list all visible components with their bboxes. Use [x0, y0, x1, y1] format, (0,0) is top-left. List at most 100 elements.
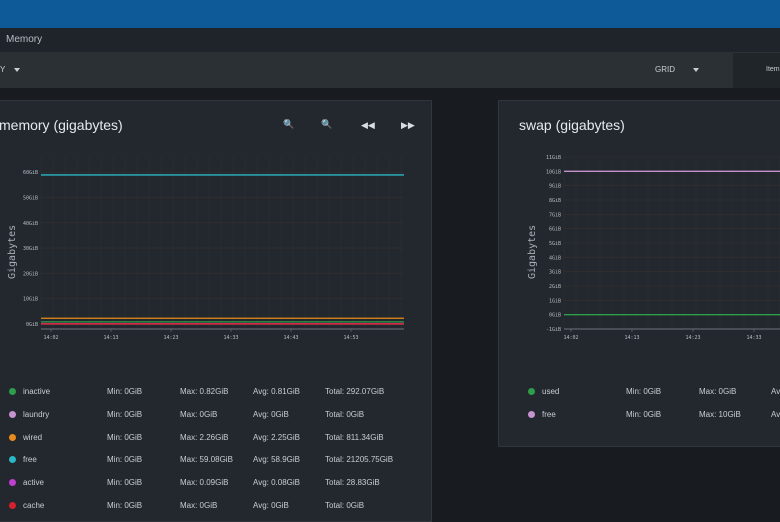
x-tick-label: 14:23 [163, 335, 178, 341]
x-tick-label: 14:13 [624, 335, 639, 341]
legend-row[interactable]: active Min: 0GiB Max: 0.09GiB Avg: 0.08GiB T… [0, 476, 399, 490]
legend-total: Total: 811.34GiB [325, 432, 384, 442]
legend-min: Min: 0GiB [107, 409, 143, 419]
y-tick-label: 2GiB [549, 284, 561, 290]
memory-chart: 60GiB 50GiB 40GiB 30GiB 20GiB 10GiB 0GiB 14:02 1… [23, 157, 404, 341]
legend-avg: Avg: 0.81GiB [253, 387, 300, 396]
y-tick-label: 10GiB [23, 297, 38, 303]
legend-max: Max: 2.26GiB [180, 432, 229, 442]
x-tick-label: 14:53 [343, 335, 358, 341]
x-tick-label: 14:43 [283, 335, 298, 341]
toolbar: Y GRID Item [0, 53, 780, 88]
y-tick-label: 1GiB [549, 298, 561, 304]
items-selector[interactable]: Item [733, 53, 780, 88]
x-tick-label: 14:33 [746, 335, 761, 341]
legend-row[interactable]: inactive Min: 0GiB Max: 0.82GiB Avg: 0.81Gi… [0, 385, 399, 399]
x-tick-label: 14:23 [685, 335, 700, 341]
legend-avg: Avg: 0GiB [253, 501, 289, 510]
zoom-out-icon[interactable]: 🔍 [283, 119, 294, 130]
y-tick-label: 9GiB [549, 184, 561, 190]
legend-max: Max: 0GiB [180, 409, 218, 419]
y-tick-label: -1GiB [546, 327, 561, 333]
layout-select-value: GRID [655, 65, 675, 74]
legend-color-dot [9, 456, 16, 464]
legend-avg: Av [771, 387, 780, 396]
legend-row[interactable]: used Min: 0GiB Max: 0GiB Av [499, 385, 780, 399]
y-tick-label: 3GiB [549, 270, 561, 276]
chart-title: swap (gigabytes) [519, 117, 625, 133]
layout-select[interactable]: GRID [655, 65, 699, 74]
legend-row[interactable]: laundry Min: 0GiB Max: 0GiB Avg: 0GiB Total:… [0, 408, 399, 422]
breadcrumb: Memory [0, 28, 780, 53]
chevron-down-icon [693, 67, 699, 72]
legend-color-dot [528, 410, 535, 418]
legend-color-dot [9, 388, 16, 395]
legend-avg: Avg: 0GiB [253, 409, 289, 419]
y-tick-label: 11GiB [546, 155, 561, 161]
legend-color-dot [9, 502, 16, 509]
legend-min: Min: 0GiB [107, 501, 143, 510]
x-tick-label: 14:13 [103, 335, 118, 341]
legend-color-dot [9, 410, 16, 418]
legend-avg: Av [771, 409, 780, 419]
period-select-value: Y [0, 65, 6, 74]
legend-color-dot [9, 479, 16, 487]
zoom-in-icon[interactable]: 🔍 [321, 119, 332, 130]
legend-max: Max: 59.08GiB [180, 455, 233, 465]
legend-name: laundry [23, 409, 50, 419]
chart-title: memory (gigabytes) [0, 117, 123, 133]
y-tick-label: 8GiB [549, 198, 561, 204]
legend-min: Min: 0GiB [107, 478, 143, 488]
legend-min: Min: 0GiB [107, 387, 143, 396]
legend-color-dot [528, 388, 535, 395]
legend-max: Max: 0.82GiB [180, 387, 229, 396]
legend-total: Total: 28.83GiB [325, 478, 380, 488]
legend-row[interactable]: cache Min: 0GiB Max: 0GiB Avg: 0GiB Total: 0… [0, 499, 399, 513]
legend-color-dot [9, 433, 16, 441]
y-tick-label: 40GiB [23, 221, 38, 227]
legend-name: inactive [23, 387, 51, 396]
legend-avg: Avg: 0.08GiB [253, 478, 300, 488]
legend-name: free [542, 409, 556, 419]
y-tick-label: 10GiB [546, 169, 561, 175]
legend-min: Min: 0GiB [626, 409, 662, 419]
legend-min: Min: 0GiB [107, 455, 143, 465]
legend-name: used [542, 387, 560, 396]
y-tick-label: 7GiB [549, 212, 561, 218]
legend-row[interactable]: free Min: 0GiB Max: 10GiB Av [499, 408, 780, 422]
x-tick-label: 14:33 [223, 335, 238, 341]
legend-total: Total: 0GiB [325, 409, 365, 419]
y-tick-label: 4GiB [549, 255, 561, 261]
y-tick-label: 0GiB [549, 313, 561, 319]
legend-row[interactable]: free Min: 0GiB Max: 59.08GiB Avg: 58.9GiB To… [0, 453, 399, 467]
legend-name: cache [23, 501, 45, 510]
legend-name: free [23, 455, 37, 465]
x-tick-label: 14:02 [43, 335, 58, 341]
page-title: Memory [6, 34, 43, 45]
legend-row[interactable]: wired Min: 0GiB Max: 2.26GiB Avg: 2.25GiB To… [0, 431, 399, 445]
y-tick-label: 0GiB [26, 322, 38, 328]
y-tick-label: 30GiB [23, 246, 38, 252]
legend-total: Total: 21205.75GiB [325, 455, 394, 465]
fast-forward-icon[interactable]: ▶▶ [401, 120, 415, 131]
legend-name: wired [23, 432, 43, 442]
legend-name: active [23, 478, 44, 488]
legend-max: Max: 0GiB [699, 387, 737, 396]
x-tick-label: 14:02 [563, 335, 578, 341]
y-tick-label: 6GiB [549, 227, 561, 233]
y-tick-label: 5GiB [549, 241, 561, 247]
period-select[interactable]: Y [0, 65, 21, 74]
y-tick-label: 50GiB [23, 195, 38, 201]
items-label: Item [766, 66, 780, 73]
legend-max: Max: 0GiB [180, 501, 218, 510]
legend-max: Max: 10GiB [699, 409, 741, 419]
swap-chart-card: swap (gigabytes) Gigabytes 11GiB 10GiB 9Gi… [498, 100, 780, 447]
legend-max: Max: 0.09GiB [180, 478, 229, 488]
rewind-icon[interactable]: ◀◀ [361, 120, 375, 131]
legend-min: Min: 0GiB [107, 432, 143, 442]
y-tick-label: 60GiB [23, 170, 38, 176]
swap-chart: 11GiB 10GiB 9GiB 8GiB 7GiB 6GiB 5GiB 4GiB 3GiB 2G… [546, 155, 780, 341]
legend-min: Min: 0GiB [626, 387, 662, 396]
top-navigation-bar [0, 0, 780, 28]
legend-avg: Avg: 58.9GiB [253, 455, 300, 465]
